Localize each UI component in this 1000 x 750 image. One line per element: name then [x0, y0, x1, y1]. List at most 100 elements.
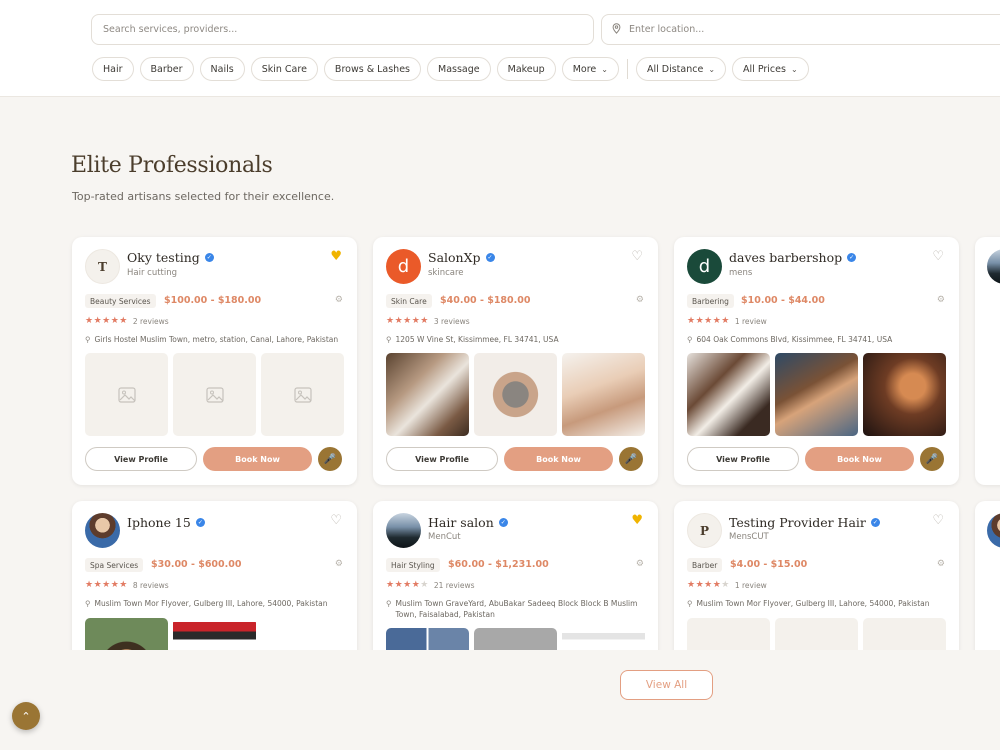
view-profile-button[interactable]: View Profile	[687, 447, 799, 471]
gallery-photo[interactable]	[775, 353, 858, 436]
image-placeholder-icon	[85, 353, 168, 436]
settings-icon: ⚙	[334, 559, 343, 569]
address: ⚲ Muslim Town Mor Flyover, Gulberg III, L…	[687, 598, 945, 609]
verified-icon: ✓	[498, 518, 508, 527]
price-dropdown[interactable]: All Prices ⌄	[732, 57, 809, 81]
avatar: T	[85, 249, 120, 284]
gallery-photo[interactable]	[562, 628, 645, 650]
location-pin-icon: ⚲	[85, 599, 91, 608]
filter-divider	[626, 59, 628, 79]
address: ⚲ 604 Oak Commons Blvd, Kissimmee, FL 347…	[687, 334, 945, 345]
microphone-icon[interactable]: 🎤	[318, 447, 342, 471]
card-actions: View Profile Book Now 🎤	[386, 447, 643, 471]
provider-name-text: Hair salon	[428, 515, 494, 530]
card-actions: View Profile Book Now 🎤	[687, 447, 944, 471]
service-tag: Beauty Services	[85, 294, 156, 308]
filter-chip-massage[interactable]: Massage	[427, 57, 491, 81]
filter-chip-makeup[interactable]: Makeup	[496, 57, 556, 81]
filter-chip-skin-care[interactable]: Skin Care	[250, 57, 318, 81]
price-range: $40.00 - $180.00	[440, 295, 531, 306]
favorite-heart-icon[interactable]: ♡	[932, 250, 944, 263]
favorite-heart-icon[interactable]: ♡	[330, 514, 342, 527]
service-tag: Hair Styling	[386, 558, 440, 572]
avatar: d	[687, 249, 722, 284]
photo-gallery	[85, 353, 344, 436]
provider-category: MenCut	[428, 532, 461, 542]
settings-icon: ⚙	[635, 559, 644, 569]
filter-chip-nails[interactable]: Nails	[199, 57, 245, 81]
provider-name[interactable]: SalonXp ✓	[428, 250, 495, 265]
rating-stars: ★★★★★ 3 reviews	[386, 316, 470, 326]
service-tag: Barbering	[687, 294, 734, 308]
settings-icon: ⚙	[936, 295, 945, 305]
favorite-heart-icon[interactable]: ♥	[631, 514, 643, 527]
verified-icon: ✓	[847, 253, 857, 262]
view-all-button[interactable]: View All	[620, 670, 713, 700]
service-tag: Barber	[687, 558, 723, 572]
provider-category: MensCUT	[729, 532, 769, 542]
book-now-button[interactable]: Book Now	[504, 447, 613, 471]
provider-card	[975, 501, 1000, 650]
section-subtitle: Top-rated artisans selected for their ex…	[72, 190, 335, 203]
avatar: d	[386, 249, 421, 284]
gallery-photo[interactable]	[474, 628, 557, 650]
gallery-photo[interactable]	[474, 353, 557, 436]
provider-category: mens	[729, 268, 753, 278]
book-now-button[interactable]: Book Now	[203, 447, 312, 471]
favorite-heart-icon[interactable]: ♡	[932, 514, 944, 527]
avatar: P	[687, 513, 722, 548]
distance-dropdown[interactable]: All Distance ⌄	[635, 57, 727, 81]
filter-chip-barber[interactable]: Barber	[139, 57, 194, 81]
view-profile-button[interactable]: View Profile	[85, 447, 197, 471]
gallery-photo[interactable]	[863, 353, 946, 436]
location-pin-icon	[612, 22, 621, 37]
provider-card: d daves barbershop ✓ mens ♡ Barbering $10…	[674, 237, 959, 485]
favorite-heart-icon[interactable]: ♡	[631, 250, 643, 263]
chevron-down-icon: ⌄	[708, 64, 716, 74]
photo-gallery	[85, 618, 256, 650]
price-range: $4.00 - $15.00	[730, 559, 808, 570]
more-label: More	[572, 63, 597, 75]
service-search-placeholder: Search services, providers...	[103, 24, 238, 35]
gallery-photo	[687, 618, 770, 650]
price-range: $100.00 - $180.00	[164, 295, 262, 306]
book-now-button[interactable]: Book Now	[805, 447, 914, 471]
microphone-icon[interactable]: 🎤	[619, 447, 643, 471]
microphone-icon[interactable]: 🎤	[920, 447, 944, 471]
more-dropdown[interactable]: More ⌄	[561, 57, 619, 81]
providers-carousel: T Oky testing ✓ Hair cutting ♥ Beauty Ser…	[0, 230, 1000, 650]
provider-name[interactable]: daves barbershop ✓	[729, 250, 857, 265]
gallery-photo[interactable]	[386, 353, 469, 436]
price-range: $60.00 - $1,231.00	[448, 559, 549, 570]
location-pin-icon: ⚲	[386, 335, 392, 344]
gallery-photo[interactable]	[85, 618, 168, 650]
gallery-photo[interactable]	[687, 353, 770, 436]
avatar	[987, 513, 1000, 548]
settings-icon: ⚙	[635, 295, 644, 305]
filter-bar: Hair Barber Nails Skin Care Brows & Lash…	[92, 57, 809, 81]
gallery-photo[interactable]	[173, 618, 256, 650]
provider-category: Hair cutting	[127, 268, 178, 278]
settings-icon: ⚙	[936, 559, 945, 569]
favorite-heart-icon[interactable]: ♥	[330, 250, 342, 263]
gallery-photo[interactable]	[562, 353, 645, 436]
rating-stars: ★★★★★ 2 reviews	[85, 316, 169, 326]
verified-icon: ✓	[870, 518, 880, 527]
filter-chip-hair[interactable]: Hair	[92, 57, 134, 81]
location-search-input[interactable]: Enter location...	[601, 14, 1000, 45]
provider-name[interactable]: Testing Provider Hair ✓	[729, 515, 880, 530]
view-profile-button[interactable]: View Profile	[386, 447, 498, 471]
rating-stars: ★★★★★ 8 reviews	[85, 580, 169, 590]
provider-card: d SalonXp ✓ skincare ♡ Skin Care $40.00 -…	[373, 237, 658, 485]
review-count: 3 reviews	[433, 316, 470, 326]
image-placeholder-icon	[173, 353, 256, 436]
verified-icon: ✓	[195, 518, 205, 527]
filter-chip-brows-lashes[interactable]: Brows & Lashes	[323, 57, 421, 81]
provider-name[interactable]: Hair salon ✓	[428, 515, 508, 530]
scroll-to-top-icon[interactable]: ⌃	[12, 702, 40, 730]
provider-name[interactable]: Oky testing ✓	[127, 250, 214, 265]
gallery-photo[interactable]	[386, 628, 469, 650]
chevron-down-icon: ⌄	[601, 64, 608, 74]
provider-name[interactable]: Iphone 15 ✓	[127, 515, 205, 530]
service-search-input[interactable]: Search services, providers...	[91, 14, 594, 45]
